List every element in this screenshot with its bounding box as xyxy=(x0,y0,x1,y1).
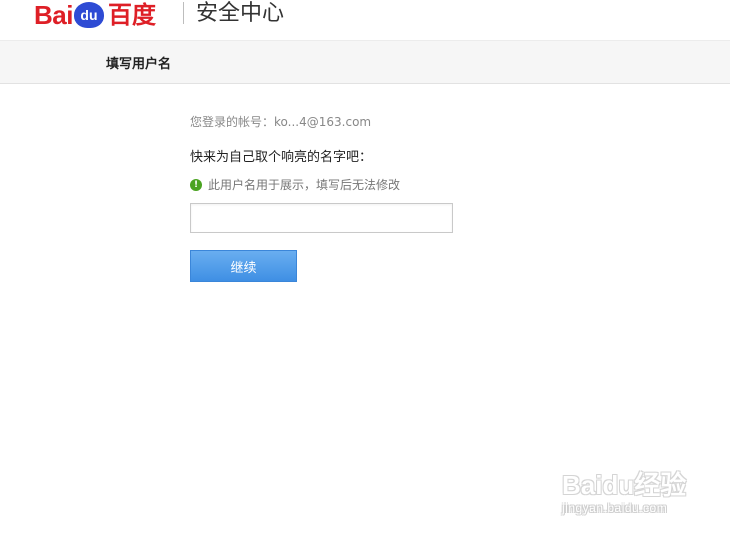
hint-text: 此用户名用于展示，填写后无法修改 xyxy=(208,178,401,192)
logo-text-latin: Bai xyxy=(34,0,73,30)
watermark-logo: Baidu经验 xyxy=(562,470,687,500)
header: Bai du 百度 安全中心 xyxy=(0,0,730,40)
page: Bai du 百度 安全中心 填写用户名 您登录的帐号：ko...4@163.c… xyxy=(0,0,730,535)
info-icon: ! xyxy=(190,178,202,191)
header-title: 安全中心 xyxy=(196,1,285,26)
watermark-url: jingyan.baidu.com xyxy=(562,501,668,515)
baidu-logo[interactable]: Bai du 百度 xyxy=(34,0,156,30)
logo-text-cn: 百度 xyxy=(107,1,156,29)
username-input[interactable] xyxy=(190,203,453,233)
header-divider xyxy=(183,2,184,24)
account-line: 您登录的帐号：ko...4@163.com xyxy=(190,113,371,130)
continue-button[interactable]: 继续 xyxy=(190,250,297,282)
page-title: 填写用户名 xyxy=(106,57,172,72)
paw-icon: du xyxy=(73,2,104,28)
account-label: 您登录的帐号： xyxy=(190,115,275,129)
account-value: ko...4@163.com xyxy=(274,115,372,129)
username-hint: ! 此用户名用于展示，填写后无法修改 xyxy=(190,176,400,193)
watermark: Baidu经验 jingyan.baidu.com xyxy=(558,455,728,525)
sub-header-bar: 填写用户名 xyxy=(0,40,730,84)
username-prompt: 快来为自己取个响亮的名字吧： xyxy=(190,150,373,165)
